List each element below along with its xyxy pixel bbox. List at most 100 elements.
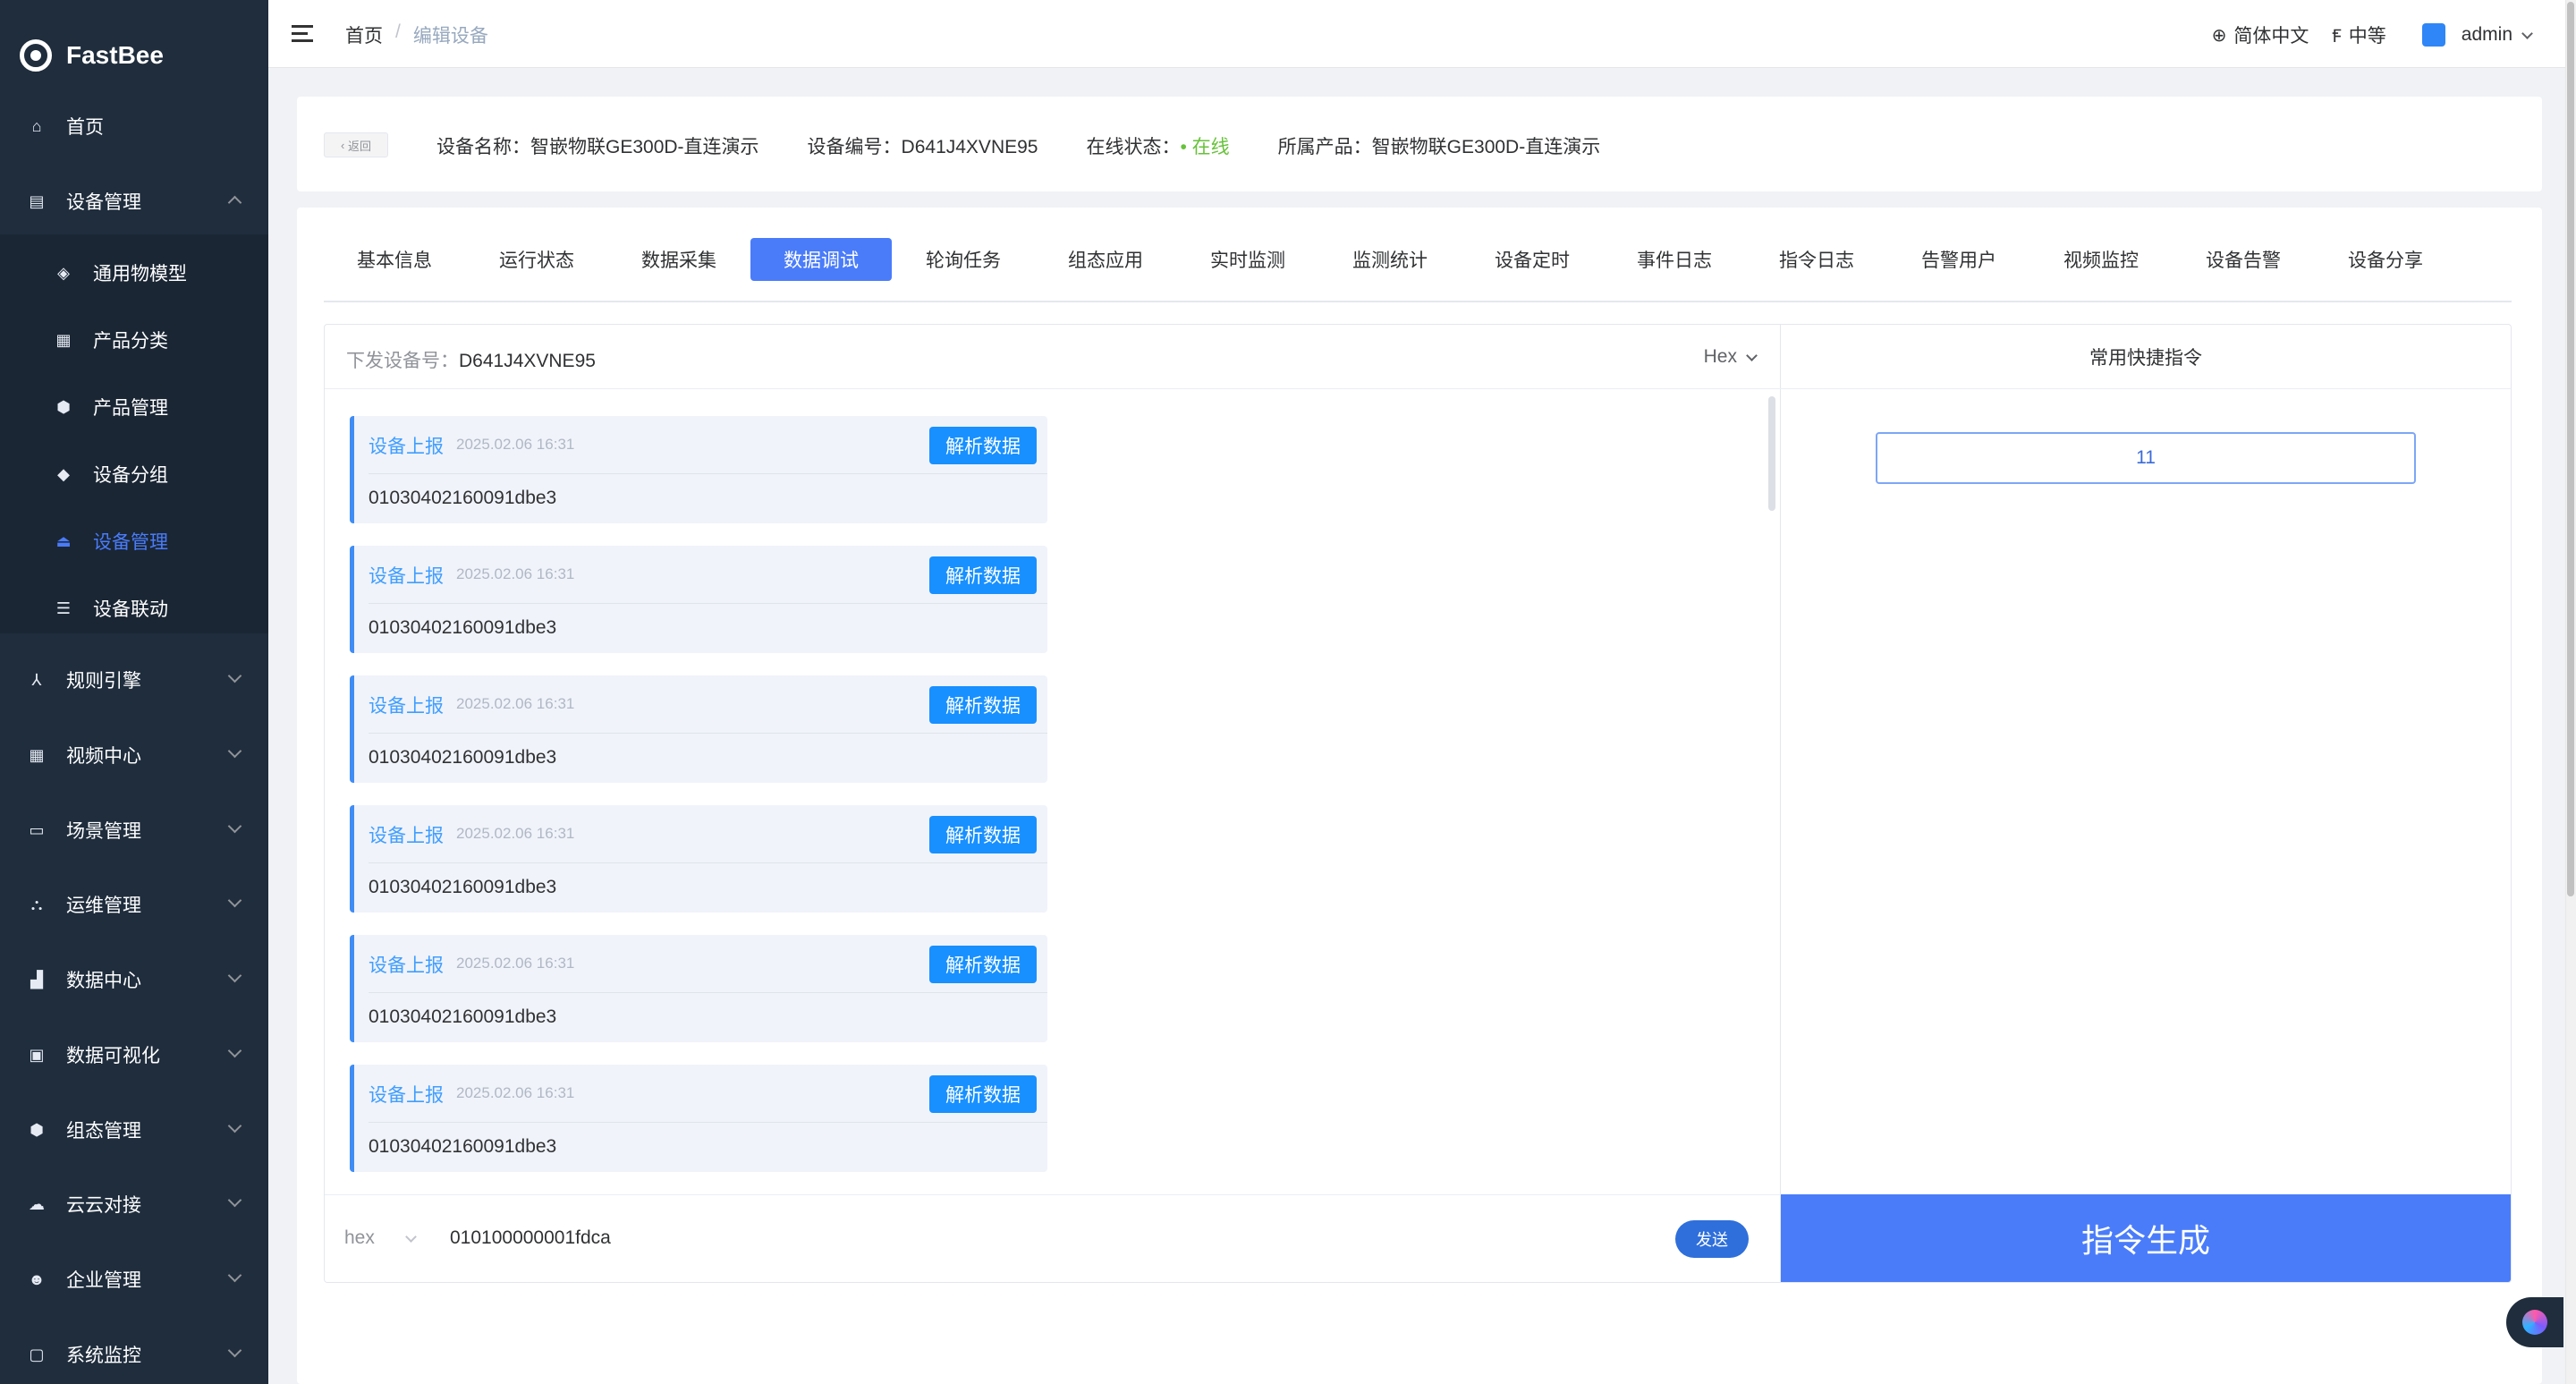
tab-alert-users[interactable]: 告警用户 bbox=[1888, 238, 2029, 281]
breadcrumb-separator: / bbox=[395, 21, 401, 42]
sidebar-item-label: 产品分类 bbox=[93, 331, 168, 352]
sidebar-item-label: 系统监控 bbox=[66, 1346, 141, 1366]
list-item: 设备上报 2025.02.06 16:31 解析数据 0103040216009… bbox=[350, 675, 1047, 783]
divider bbox=[369, 1122, 1047, 1123]
size-switcher[interactable]: Ꞙ 中等 bbox=[2332, 21, 2385, 48]
message-time: 2025.02.06 16:31 bbox=[456, 1084, 575, 1101]
sidebar-item-device-manage[interactable]: ⏏ 设备管理 bbox=[0, 516, 268, 566]
sidebar-item-label: 数据可视化 bbox=[66, 1046, 160, 1066]
parse-data-button[interactable]: 解析数据 bbox=[929, 946, 1037, 983]
sidebar-item-config-management[interactable]: ⬢ 组态管理 bbox=[0, 1105, 268, 1155]
tab-realtime-monitor[interactable]: 实时监测 bbox=[1177, 238, 1318, 281]
message-payload: 01030402160091dbe3 bbox=[369, 877, 557, 897]
tab-device-alerts[interactable]: 设备告警 bbox=[2173, 238, 2314, 281]
tab-basic-info[interactable]: 基本信息 bbox=[324, 238, 465, 281]
list-item: 设备上报 2025.02.06 16:31 解析数据 0103040216009… bbox=[350, 1065, 1047, 1172]
chevron-down-icon bbox=[2521, 27, 2533, 39]
sidebar-item-label: 产品管理 bbox=[93, 398, 168, 419]
tab-polling-tasks[interactable]: 轮询任务 bbox=[893, 238, 1034, 281]
parse-data-button[interactable]: 解析数据 bbox=[929, 1075, 1037, 1113]
sidebar-item-cloud-integration[interactable]: ☁ 云云对接 bbox=[0, 1179, 268, 1229]
sidebar-item-device-linkage[interactable]: ☰ 设备联动 bbox=[0, 583, 268, 633]
ops-icon: ⛬ bbox=[30, 895, 43, 913]
sidebar-item-product-category[interactable]: ▦ 产品分类 bbox=[0, 315, 268, 365]
message-payload: 01030402160091dbe3 bbox=[369, 488, 557, 508]
chevron-down-icon bbox=[227, 743, 242, 759]
assistant-float-button[interactable] bbox=[2506, 1297, 2563, 1347]
message-list-scrollbar[interactable] bbox=[1768, 396, 1775, 511]
format-select[interactable]: Hex bbox=[1703, 346, 1758, 368]
tab-command-log[interactable]: 指令日志 bbox=[1746, 238, 1887, 281]
parse-data-button[interactable]: 解析数据 bbox=[929, 816, 1037, 853]
category-icon: ▦ bbox=[55, 330, 72, 349]
sidebar-item-video-center[interactable]: ▦ 视频中心 bbox=[0, 730, 268, 780]
list-item: 设备上报 2025.02.06 16:31 解析数据 0103040216009… bbox=[350, 416, 1047, 523]
scene-icon: ▭ bbox=[29, 820, 45, 839]
breadcrumb-home[interactable]: 首页 bbox=[345, 21, 383, 48]
divider bbox=[369, 733, 1047, 734]
back-button[interactable]: ‹ 返回 bbox=[324, 132, 388, 157]
linkage-icon: ☰ bbox=[55, 599, 72, 617]
config-icon: ⬢ bbox=[30, 1120, 44, 1139]
format-value: Hex bbox=[1703, 346, 1737, 367]
message-list[interactable]: 设备上报 2025.02.06 16:31 解析数据 0103040216009… bbox=[325, 389, 1781, 1194]
sidebar-item-rule-engine[interactable]: ⅄ 规则引擎 bbox=[0, 655, 268, 705]
sidebar-item-label: 场景管理 bbox=[66, 821, 141, 842]
sidebar-item-enterprise-management[interactable]: ☻ 企业管理 bbox=[0, 1254, 268, 1304]
command-input[interactable]: 010100000001fdca bbox=[450, 1227, 1613, 1249]
chevron-down-icon bbox=[227, 1118, 242, 1134]
tab-monitor-stats[interactable]: 监测统计 bbox=[1319, 238, 1461, 281]
chevron-down-icon bbox=[404, 1230, 417, 1243]
message-payload: 01030402160091dbe3 bbox=[369, 617, 557, 638]
tab-runtime-status[interactable]: 运行状态 bbox=[466, 238, 607, 281]
parse-data-button[interactable]: 解析数据 bbox=[929, 427, 1037, 464]
list-item: 设备上报 2025.02.06 16:31 解析数据 0103040216009… bbox=[350, 935, 1047, 1042]
sidebar-item-scene-management[interactable]: ▭ 场景管理 bbox=[0, 805, 268, 855]
list-item: 设备上报 2025.02.06 16:31 解析数据 0103040216009… bbox=[350, 805, 1047, 913]
device-name-value: 智嵌物联GE300D-直连演示 bbox=[530, 137, 759, 157]
send-mode-value: hex bbox=[344, 1227, 375, 1248]
send-button[interactable]: 发送 bbox=[1675, 1220, 1749, 1258]
data-icon: ▟ bbox=[30, 970, 43, 989]
tab-data-debug[interactable]: 数据调试 bbox=[750, 238, 892, 281]
parse-data-button[interactable]: 解析数据 bbox=[929, 556, 1037, 594]
sidebar-item-home[interactable]: ⌂ 首页 bbox=[0, 101, 268, 151]
sidebar-item-device-management[interactable]: ▤ 设备管理 bbox=[0, 176, 268, 226]
sidebar-item-data-visualization[interactable]: ▣ 数据可视化 bbox=[0, 1030, 268, 1080]
chevron-down-icon bbox=[227, 968, 242, 983]
sidebar-item-system-monitor[interactable]: ▢ 系统监控 bbox=[0, 1329, 268, 1380]
generate-command-button[interactable]: 指令生成 bbox=[1781, 1194, 2511, 1282]
tab-event-log[interactable]: 事件日志 bbox=[1604, 238, 1745, 281]
sidebar-item-data-center[interactable]: ▟ 数据中心 bbox=[0, 955, 268, 1005]
page-scrollbar-thumb[interactable] bbox=[2567, 2, 2574, 896]
user-menu[interactable]: admin bbox=[2421, 23, 2533, 47]
app-logo[interactable]: FastBee bbox=[20, 34, 164, 77]
chevron-down-icon bbox=[1746, 349, 1758, 361]
page-scrollbar[interactable] bbox=[2565, 0, 2576, 1384]
debug-panel: 下发设备号：D641J4XVNE95 Hex 设备上报 2025.02.06 1… bbox=[324, 324, 2512, 1283]
sidebar-item-thing-model[interactable]: ◈ 通用物模型 bbox=[0, 248, 268, 298]
tab-config-app[interactable]: 组态应用 bbox=[1035, 238, 1176, 281]
chevron-up-icon bbox=[227, 195, 242, 210]
device-serial-value: D641J4XVNE95 bbox=[901, 137, 1038, 157]
breadcrumb: 首页 / 编辑设备 bbox=[345, 21, 488, 48]
tab-data-collection[interactable]: 数据采集 bbox=[608, 238, 750, 281]
sidebar-item-ops-management[interactable]: ⛬ 运维管理 bbox=[0, 879, 268, 930]
sidebar-item-device-group[interactable]: ◆ 设备分组 bbox=[0, 449, 268, 499]
quick-command-button[interactable]: 11 bbox=[1876, 432, 2416, 484]
size-label: 中等 bbox=[2348, 26, 2386, 47]
menu-toggle-icon[interactable] bbox=[292, 25, 313, 43]
message-time: 2025.02.06 16:31 bbox=[456, 955, 575, 972]
sidebar-item-label: 设备联动 bbox=[93, 599, 168, 620]
send-mode-select[interactable]: hex bbox=[344, 1227, 417, 1249]
back-label: 返回 bbox=[347, 139, 371, 153]
tab-device-share[interactable]: 设备分享 bbox=[2315, 238, 2456, 281]
list-item: 设备上报 2025.02.06 16:31 解析数据 0103040216009… bbox=[350, 546, 1047, 653]
group-icon: ◆ bbox=[57, 464, 70, 483]
tab-device-timer[interactable]: 设备定时 bbox=[1462, 238, 1603, 281]
language-switcher[interactable]: ⊕ 简体中文 bbox=[2212, 21, 2309, 48]
tab-video-monitor[interactable]: 视频监控 bbox=[2030, 238, 2172, 281]
message-source: 设备上报 bbox=[369, 826, 444, 846]
sidebar-item-product-management[interactable]: ⬢ 产品管理 bbox=[0, 382, 268, 432]
parse-data-button[interactable]: 解析数据 bbox=[929, 686, 1037, 724]
